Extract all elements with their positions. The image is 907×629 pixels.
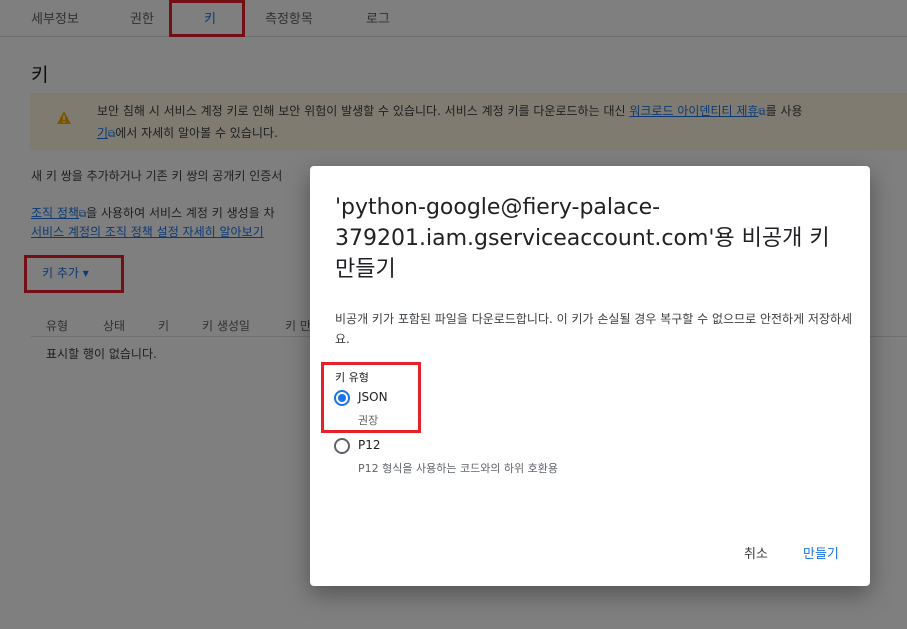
cancel-button[interactable]: 취소 (744, 543, 768, 562)
highlight-box-key-type (321, 362, 421, 433)
create-private-key-dialog: 'python-google@fiery-palace-379201.iam.g… (310, 166, 870, 586)
p12-radio[interactable] (334, 438, 350, 454)
dialog-title: 'python-google@fiery-palace-379201.iam.g… (335, 195, 830, 282)
create-button[interactable]: 만들기 (803, 543, 839, 562)
p12-option-sub: P12 형식을 사용하는 코드와의 하위 호환용 (358, 462, 559, 475)
p12-option-label[interactable]: P12 (358, 438, 381, 452)
dialog-description: 비공개 키가 포함된 파일을 다운로드합니다. 이 키가 손실될 경우 복구할 … (335, 312, 853, 346)
